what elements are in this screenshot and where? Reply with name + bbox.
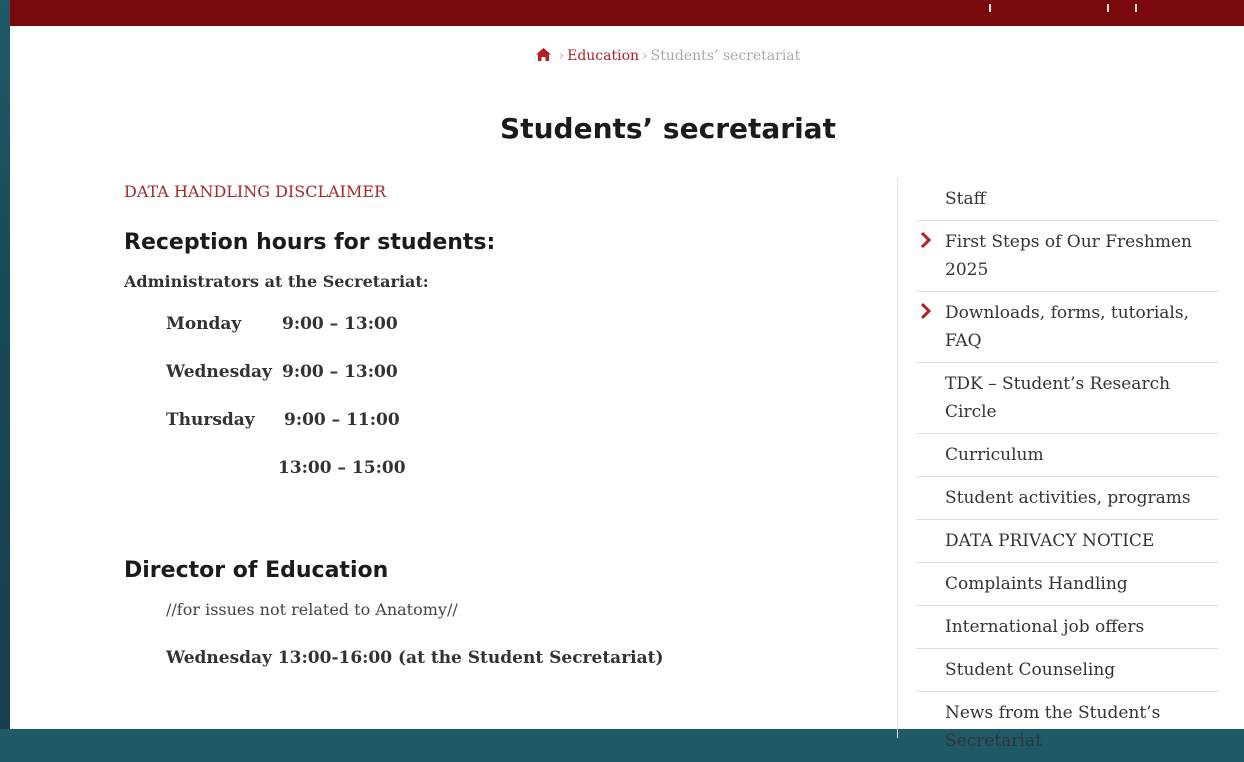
sidebar-item-label: Downloads, forms, tutorials, FAQ — [945, 303, 1190, 351]
hours-row-wednesday: Wednesday 9:00 – 13:00 — [166, 362, 398, 382]
sidebar-item-counseling[interactable]: Student Counseling — [916, 649, 1218, 692]
director-of-education-heading: Director of Education — [124, 558, 389, 583]
sidebar-item-job-offers[interactable]: International job offers — [916, 606, 1218, 649]
sidebar-item-complaints[interactable]: Complaints Handling — [916, 563, 1218, 606]
hours-row-monday: Monday 9:00 – 13:00 — [166, 314, 398, 334]
director-note: //for issues not related to Anatomy// — [166, 600, 458, 619]
sidebar-item-downloads[interactable]: Downloads, forms, tutorials, FAQ — [916, 292, 1218, 363]
home-icon[interactable] — [535, 46, 556, 64]
hours-time: 9:00 – 11:00 — [284, 410, 400, 430]
sidebar-item-label: Curriculum — [945, 445, 1044, 465]
top-navigation-bar — [10, 0, 1244, 26]
sidebar-item-label: International job offers — [945, 617, 1145, 637]
sidebar-item-news[interactable]: News from the Student’s Secretariat — [916, 692, 1218, 762]
sidebar-item-label: First Steps of Our Freshmen 2025 — [945, 232, 1192, 280]
director-hours: Wednesday 13:00-16:00 (at the Student Se… — [166, 648, 664, 668]
reception-hours-heading: Reception hours for students: — [124, 230, 496, 255]
sidebar-item-first-steps[interactable]: First Steps of Our Freshmen 2025 — [916, 221, 1218, 292]
sidebar-item-staff[interactable]: Staff — [916, 178, 1218, 221]
sidebar-item-curriculum[interactable]: Curriculum — [916, 434, 1218, 477]
chevron-right-icon — [920, 302, 932, 320]
nav-item-fragment[interactable] — [1107, 4, 1109, 12]
hours-day: Monday — [166, 314, 242, 334]
sidebar-item-label: DATA PRIVACY NOTICE — [945, 531, 1155, 551]
sidebar-item-data-privacy[interactable]: DATA PRIVACY NOTICE — [916, 520, 1218, 563]
breadcrumb-separator: › — [642, 48, 648, 64]
breadcrumb-current: Students’ secretariat — [650, 48, 801, 64]
hours-time: 9:00 – 13:00 — [282, 314, 398, 334]
hours-day: Wednesday — [166, 362, 272, 382]
sidebar-menu: Staff First Steps of Our Freshmen 2025 D… — [897, 178, 1235, 751]
hours-time: 13:00 – 15:00 — [278, 458, 406, 478]
sidebar-item-label: Complaints Handling — [945, 574, 1128, 594]
page-title: Students’ secretariat — [500, 112, 836, 145]
nav-item-fragment[interactable] — [989, 4, 991, 12]
sidebar-item-tdk[interactable]: TDK – Student’s Research Circle — [916, 363, 1218, 434]
breadcrumb: › Education › Students’ secretariat — [10, 46, 1244, 64]
sidebar-item-label: Student Counseling — [945, 660, 1116, 680]
main-content: DATA HANDLING DISCLAIMER Reception hours… — [124, 182, 884, 668]
hours-row-thursday: Thursday 9:00 – 11:00 — [166, 410, 400, 430]
administrators-label: Administrators at the Secretariat: — [124, 272, 429, 291]
breadcrumb-education-link[interactable]: Education — [567, 48, 639, 64]
sidebar-item-label: Student activities, programs — [945, 488, 1191, 508]
sidebar-item-student-activities[interactable]: Student activities, programs — [916, 477, 1218, 520]
chevron-right-icon — [920, 231, 932, 249]
hours-time: 9:00 – 13:00 — [282, 362, 398, 382]
nav-item-fragment[interactable] — [1135, 4, 1137, 12]
data-handling-disclaimer-link[interactable]: DATA HANDLING DISCLAIMER — [124, 182, 884, 201]
sidebar-item-label: News from the Student’s Secretariat — [945, 703, 1161, 751]
sidebar-item-label: Staff — [945, 189, 986, 209]
hours-day: Thursday — [166, 410, 255, 430]
hours-row-thursday-afternoon: 13:00 – 15:00 — [166, 458, 406, 478]
breadcrumb-separator: › — [558, 48, 565, 64]
sidebar-item-label: TDK – Student’s Research Circle — [945, 374, 1171, 422]
page-content: › Education › Students’ secretariat Student… — [10, 26, 1244, 751]
